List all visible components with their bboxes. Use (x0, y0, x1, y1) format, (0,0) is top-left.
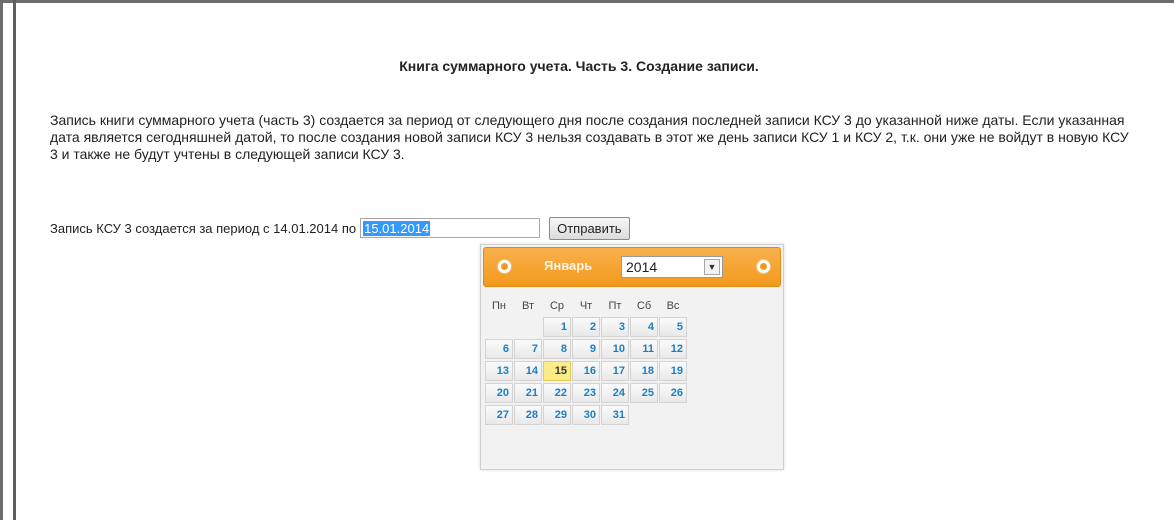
page-title: Книга суммарного учета. Часть 3. Создани… (399, 58, 759, 74)
calendar-empty-cell (485, 317, 513, 337)
calendar-day[interactable]: 8 (543, 339, 571, 359)
calendar-empty-cell (659, 405, 687, 425)
year-select[interactable]: 2014 ▼ (621, 256, 723, 278)
calendar-day[interactable]: 21 (514, 383, 542, 403)
calendar-day[interactable]: 18 (630, 361, 658, 381)
prev-month-icon[interactable] (497, 259, 512, 274)
calendar-day[interactable]: 30 (572, 405, 600, 425)
weekday-header: Вс (666, 300, 680, 312)
calendar-day[interactable]: 2 (572, 317, 600, 337)
calendar-day[interactable]: 12 (659, 339, 687, 359)
weekday-header: Пт (608, 300, 622, 312)
calendar-day[interactable]: 22 (543, 383, 571, 403)
window-top-border (0, 0, 1174, 3)
calendar-day[interactable]: 23 (572, 383, 600, 403)
calendar-empty-cell (630, 405, 658, 425)
period-form: Запись КСУ 3 создается за период с 14.01… (50, 216, 630, 240)
next-month-icon[interactable] (756, 259, 771, 274)
calendar-day[interactable]: 6 (485, 339, 513, 359)
datepicker-grid: Пн Вт Ср Чт Пт Сб Вс 1 2 3 4 5 6 7 8 9 10 11 12 13 14 15 16 17 1… (485, 297, 687, 425)
calendar-day[interactable]: 29 (543, 405, 571, 425)
calendar-day[interactable]: 25 (630, 383, 658, 403)
weekday-header: Сб (636, 300, 652, 312)
year-select-value: 2014 (626, 259, 658, 275)
date-input[interactable]: 15.01.2014 (360, 218, 541, 238)
calendar-day-selected[interactable]: 15 (543, 361, 571, 381)
period-label: Запись КСУ 3 создается за период с 14.01… (50, 220, 357, 236)
calendar-day[interactable]: 24 (601, 383, 629, 403)
window-left-border (0, 0, 3, 520)
weekday-header: Пн (492, 300, 506, 312)
calendar-day[interactable]: 5 (659, 317, 687, 337)
weekday-header: Ср (549, 300, 565, 312)
calendar-day[interactable]: 26 (659, 383, 687, 403)
calendar-day[interactable]: 3 (601, 317, 629, 337)
calendar-day[interactable]: 11 (630, 339, 658, 359)
calendar-day[interactable]: 16 (572, 361, 600, 381)
calendar-day[interactable]: 20 (485, 383, 513, 403)
calendar-day[interactable]: 9 (572, 339, 600, 359)
datepicker-popup: Январь 2014 ▼ Пн Вт Ср Чт Пт Сб Вс 1 2 3 4 5 6 7 8 9 10 1… (480, 244, 784, 470)
calendar-day[interactable]: 31 (601, 405, 629, 425)
page-description: Запись книги суммарного учета (часть 3) … (50, 112, 1129, 162)
calendar-day[interactable]: 14 (514, 361, 542, 381)
calendar-day[interactable]: 19 (659, 361, 687, 381)
weekday-header: Вт (521, 300, 534, 312)
calendar-day[interactable]: 4 (630, 317, 658, 337)
calendar-day[interactable]: 10 (601, 339, 629, 359)
chevron-down-icon[interactable]: ▼ (704, 259, 720, 275)
window-left-inner-border (13, 0, 16, 520)
submit-button[interactable]: Отправить (549, 216, 630, 240)
datepicker-header: Январь 2014 ▼ (483, 247, 781, 287)
calendar-day[interactable]: 13 (485, 361, 513, 381)
calendar-day[interactable]: 27 (485, 405, 513, 425)
date-input-value: 15.01.2014 (363, 220, 431, 236)
calendar-day[interactable]: 7 (514, 339, 542, 359)
calendar-empty-cell (514, 317, 542, 337)
weekday-header: Чт (579, 300, 593, 312)
calendar-day[interactable]: 28 (514, 405, 542, 425)
calendar-day[interactable]: 17 (601, 361, 629, 381)
calendar-day[interactable]: 1 (543, 317, 571, 337)
datepicker-month: Январь (544, 258, 593, 273)
